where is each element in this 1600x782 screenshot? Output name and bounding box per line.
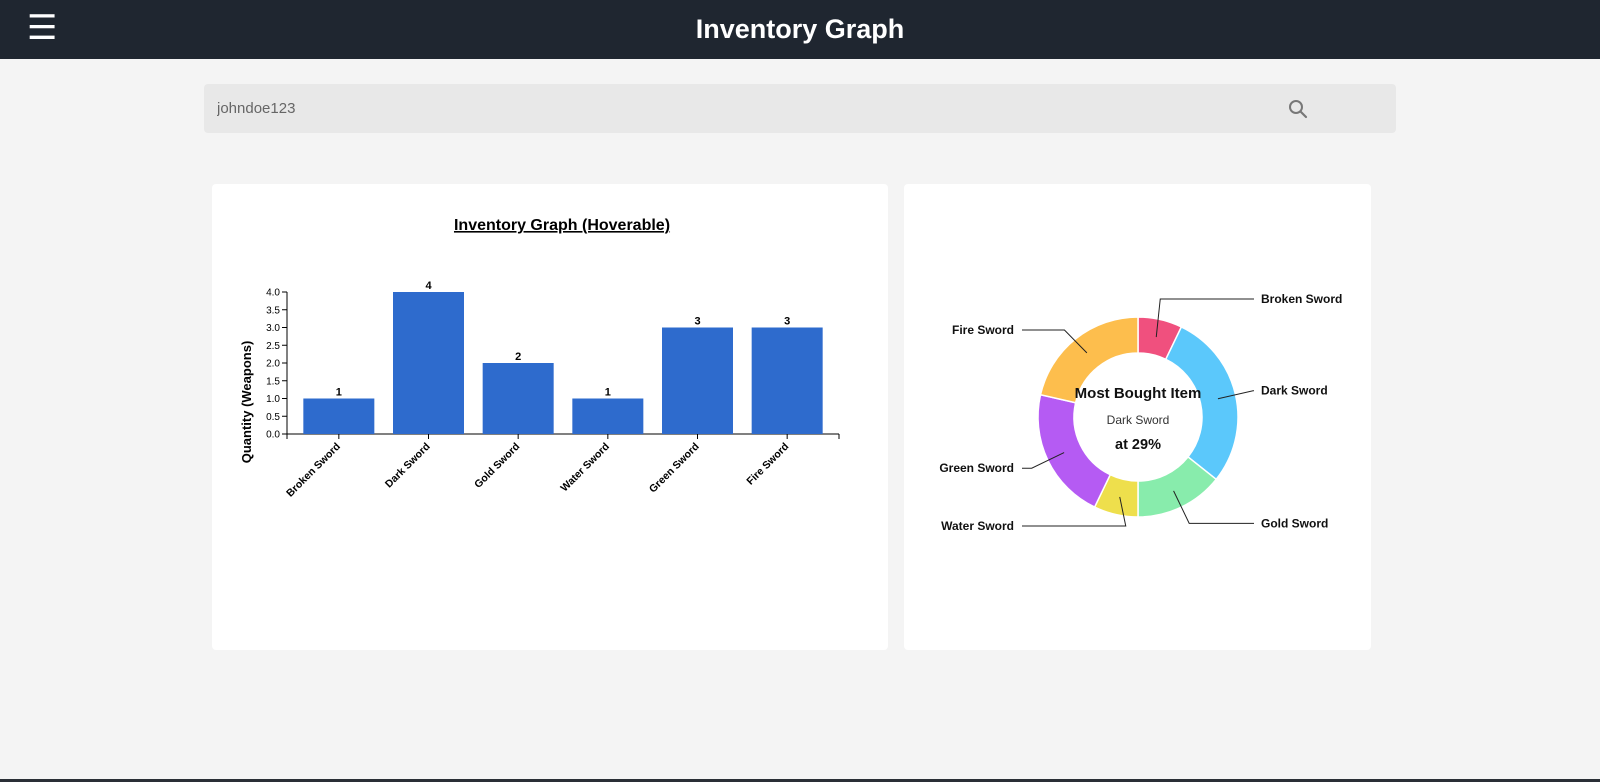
bar-chart-card: Inventory Graph (Hoverable) Quantity (Wea… <box>212 184 888 650</box>
y-tick-label: 3.5 <box>266 305 280 316</box>
search-bar <box>204 84 1396 133</box>
bar-gold-sword <box>482 363 554 434</box>
search-input[interactable] <box>204 84 1304 133</box>
donut-slice-label: Dark Sword <box>1261 384 1328 398</box>
donut-chart: Broken Sword Dark Sword Gold Sword Water Sw… <box>939 292 1342 533</box>
y-tick-label: 1.5 <box>266 376 280 387</box>
bar-data-label: 1 <box>336 387 342 399</box>
bar-fire-sword <box>751 327 823 434</box>
bar-water-sword <box>572 398 644 434</box>
donut-slice-label: Fire Sword <box>952 323 1014 337</box>
x-tick-label: Gold Sword <box>472 441 522 491</box>
x-tick-label: Fire Sword <box>744 441 791 488</box>
x-tick-label: Green Sword <box>647 441 702 496</box>
bar-data-label: 3 <box>784 316 790 328</box>
y-tick-label: 2.0 <box>266 359 280 370</box>
donut-slice-green-sword <box>1037 393 1112 509</box>
bar-broken-sword <box>303 398 375 434</box>
y-tick-label: 2.5 <box>266 341 280 352</box>
donut-center-title: Most Bought Item <box>1075 385 1202 402</box>
donut-center-value: at 29% <box>1115 437 1161 453</box>
y-tick-label: 1.0 <box>266 394 280 405</box>
x-tick-label: Water Sword <box>558 441 612 495</box>
page-title: Inventory Graph <box>695 14 905 44</box>
x-tick-label: Dark Sword <box>383 441 433 491</box>
y-tick-label: 0.5 <box>266 412 280 423</box>
x-tick-label: Broken Sword <box>284 441 343 500</box>
y-axis-label: Quantity (Weapons) <box>239 341 254 464</box>
chart-title: Inventory Graph (Hoverable) <box>454 217 670 234</box>
bar-green-sword <box>662 327 733 434</box>
y-tick-label: 0.0 <box>266 430 280 441</box>
donut-slice-label: Gold Sword <box>1261 516 1328 530</box>
top-bar: ☰ Inventory Graph <box>0 0 1600 59</box>
bar-data-label: 4 <box>425 280 432 292</box>
donut-center-item: Dark Sword <box>1107 413 1170 427</box>
donut-slice-label: Water Sword <box>941 519 1014 533</box>
bar-data-label: 2 <box>515 351 521 363</box>
bar-dark-sword <box>393 292 464 434</box>
bar-data-label: 3 <box>694 316 700 328</box>
donut-slice-dark-sword <box>1164 325 1239 481</box>
donut-chart-card: Broken Sword Dark Sword Gold Sword Water Sw… <box>904 184 1371 650</box>
search-icon[interactable] <box>1287 98 1309 120</box>
donut-slice-label: Green Sword <box>939 461 1014 475</box>
bar-chart: Inventory Graph (Hoverable) Quantity (Wea… <box>239 217 840 500</box>
y-tick-label: 4.0 <box>266 288 280 299</box>
bar-data-label: 1 <box>605 387 611 399</box>
y-tick-label: 3.0 <box>266 323 280 334</box>
donut-slice-label: Broken Sword <box>1261 292 1342 306</box>
